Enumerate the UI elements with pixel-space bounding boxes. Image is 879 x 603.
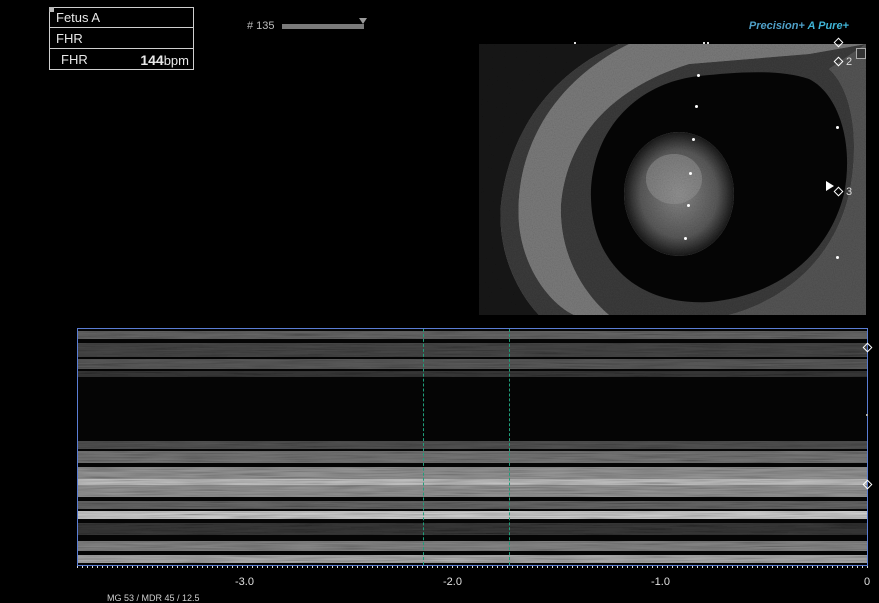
mmode-cursor-line-2[interactable] — [509, 329, 510, 565]
depth-dot — [687, 204, 690, 207]
depth-dot — [684, 237, 687, 240]
frame-position-indicator[interactable] — [359, 18, 367, 24]
fhr-number: 144 — [140, 52, 164, 68]
mmode-depth-tick — [866, 414, 868, 416]
time-axis-ticks — [77, 566, 868, 568]
top-scale-dot — [574, 42, 576, 44]
brand-precision: Precision+ — [748, 20, 805, 32]
right-scale-dot — [836, 126, 839, 129]
measurement-box: Fetus A FHR FHR 144bpm — [49, 7, 194, 70]
probe-orientation-icon — [856, 48, 866, 59]
depth-dot — [689, 172, 692, 175]
time-label-minus-3: -3.0 — [235, 576, 254, 588]
top-scale-dot — [703, 42, 705, 44]
mmode-cursor-line-1[interactable] — [423, 329, 424, 565]
time-label-0: 0 — [864, 576, 871, 588]
fetus-label: Fetus A — [50, 8, 193, 28]
right-scale-dot — [836, 256, 839, 259]
brand-label: Precision+ A Pure+ — [749, 20, 849, 32]
fhr-value: 144bpm — [140, 50, 189, 71]
brand-apure: A Pure+ — [807, 20, 849, 32]
mmode-trace-panel[interactable] — [77, 328, 868, 566]
fhr-heading: FHR — [50, 29, 193, 49]
acquisition-params: MG 53 / MDR 45 / 12.5 — [107, 593, 200, 603]
focus-marker-icon[interactable] — [826, 181, 834, 191]
time-label-minus-2: -2.0 — [443, 576, 462, 588]
top-scale-dot — [707, 42, 709, 44]
marker-2-label: 2 — [846, 56, 853, 68]
marker-3-label: 3 — [846, 186, 853, 198]
ultrasound-bmode-image — [479, 44, 866, 315]
fhr-row: FHR 144bpm — [50, 50, 193, 70]
frame-scrub-bar[interactable] — [282, 24, 364, 29]
depth-dot — [692, 138, 695, 141]
time-axis — [77, 566, 868, 569]
fhr-label: FHR — [61, 52, 88, 67]
fhr-unit: bpm — [163, 53, 189, 68]
depth-dot — [695, 105, 698, 108]
time-label-minus-1: -1.0 — [651, 576, 670, 588]
depth-dot — [697, 74, 700, 77]
frame-counter: # 135 — [247, 20, 275, 32]
